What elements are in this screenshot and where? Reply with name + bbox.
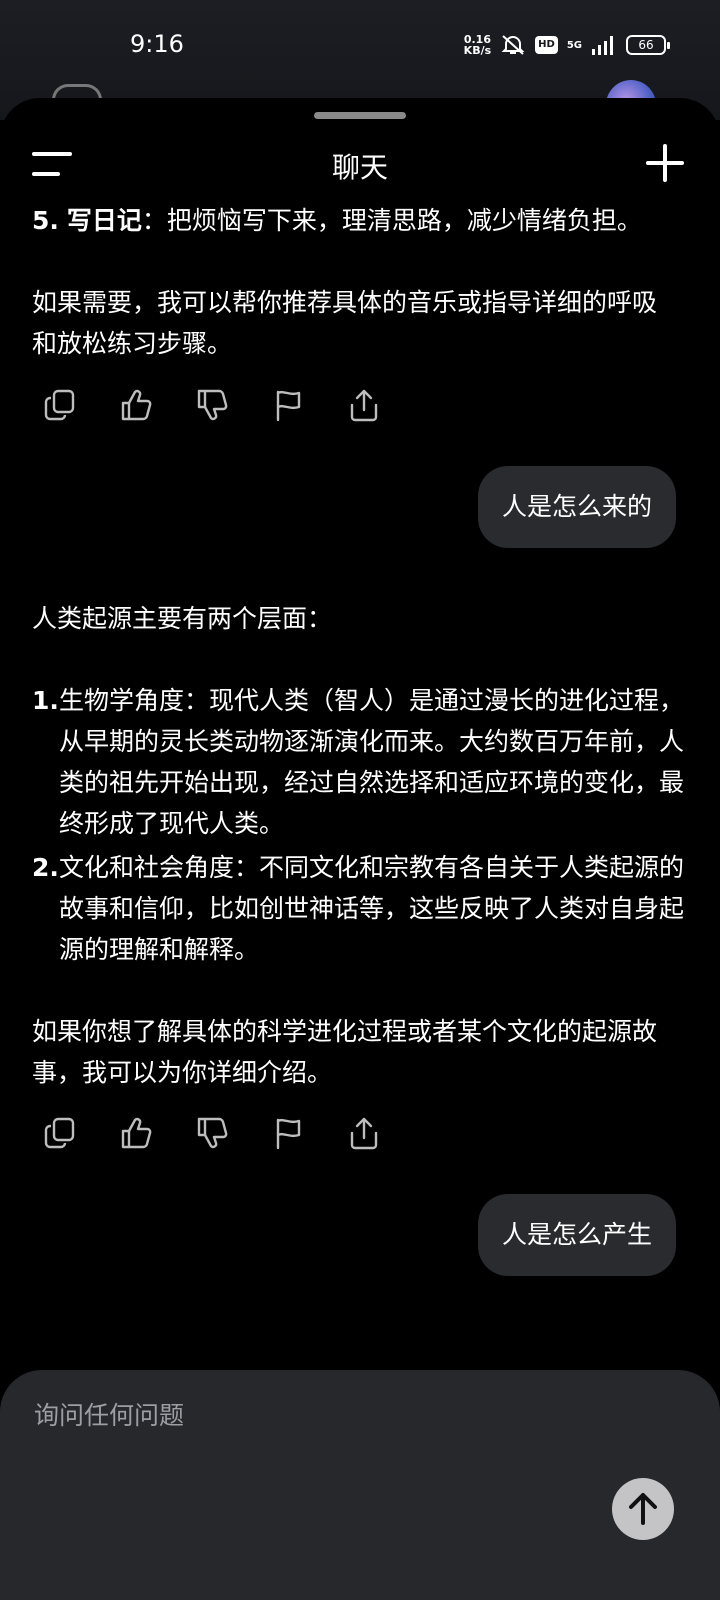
net-speed: 0.16 KB/s [464, 34, 491, 56]
message-composer [0, 1370, 720, 1600]
status-time: 9:16 [130, 30, 184, 58]
hd-badge: HD [535, 36, 558, 54]
share-icon[interactable] [348, 388, 380, 422]
user-message-text: 人是怎么来的 [501, 492, 652, 521]
thumbs-down-icon[interactable] [196, 1116, 228, 1150]
thumbs-up-icon[interactable] [120, 1116, 152, 1150]
network-type: 5G [566, 39, 582, 51]
list-item-text: 文化和社会角度：不同文化和宗教有各自关于人类起源的故事和信仰，比如创世神话等，这… [59, 853, 685, 964]
message-input[interactable] [32, 1394, 596, 1436]
list-item-text: 生物学角度：现代人类（智人）是通过漫长的进化过程，从早期的灵长类动物逐渐演化而来… [59, 686, 685, 838]
copy-icon[interactable] [44, 1116, 76, 1150]
flag-icon[interactable] [272, 388, 304, 422]
share-icon[interactable] [348, 1116, 380, 1150]
mute-icon [501, 35, 525, 55]
thumbs-down-icon[interactable] [196, 388, 228, 422]
sheet-grabber[interactable] [314, 112, 406, 119]
user-message-bubble: 人是怎么来的 [477, 466, 676, 548]
list-item-number: 2. [32, 853, 59, 882]
assistant-message-outro: 如果需要，我可以帮你推荐具体的音乐或指导详细的呼吸和放松练习步骤。 [32, 288, 658, 358]
page-title: 聊天 [331, 151, 388, 184]
new-chat-button[interactable] [644, 142, 686, 184]
send-button[interactable] [612, 1478, 674, 1540]
message-actions [44, 388, 380, 422]
copy-icon[interactable] [44, 388, 76, 422]
message-actions [44, 1116, 380, 1150]
list-item-number: 5. [32, 206, 59, 235]
battery-icon: 66 [626, 35, 670, 55]
battery-level: 66 [638, 38, 654, 52]
list-item-heading: 写日记 [66, 206, 142, 235]
arrow-up-icon [629, 1493, 657, 1525]
list-item: 2. 文化和社会角度：不同文化和宗教有各自关于人类起源的故事和信仰，比如创世神话… [32, 847, 684, 970]
assistant-message-intro: 人类起源主要有两个层面： [32, 604, 333, 633]
signal-icon [592, 36, 613, 55]
user-message-bubble: 人是怎么产生 [477, 1194, 676, 1276]
list-item: 5. 写日记：把烦恼写下来，理清思路，减少情绪负担。 [32, 200, 672, 241]
thumbs-up-icon[interactable] [120, 388, 152, 422]
list-item: 1. 生物学角度：现代人类（智人）是通过漫长的进化过程，从早期的灵长类动物逐渐演… [32, 680, 684, 844]
user-message-text: 人是怎么产生 [501, 1220, 652, 1249]
net-speed-unit: KB/s [463, 44, 492, 57]
list-item-number: 1. [32, 686, 59, 715]
flag-icon[interactable] [272, 1116, 304, 1150]
status-icons: 0.16 KB/s HD 5G 66 [464, 34, 670, 56]
list-item-text: ：把烦恼写下来，理清思路，减少情绪负担。 [141, 206, 642, 235]
assistant-message-outro: 如果你想了解具体的科学进化过程或者某个文化的起源故事，我可以为你详细介绍。 [32, 1017, 658, 1087]
